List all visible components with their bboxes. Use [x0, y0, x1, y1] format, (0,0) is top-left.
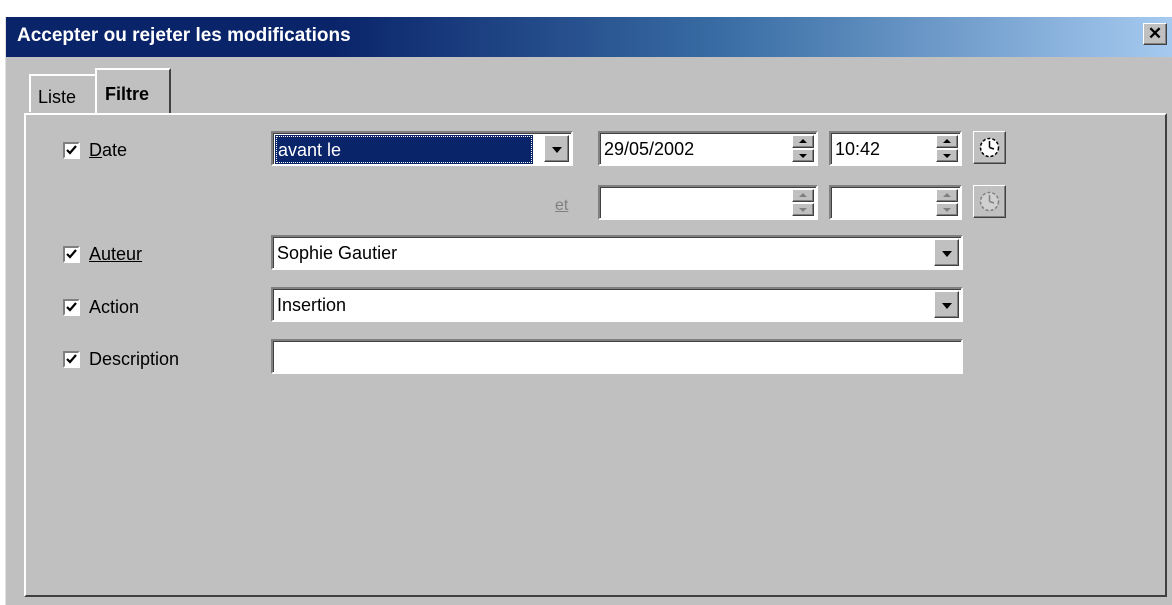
date-condition-value: avant le — [278, 140, 342, 160]
spin-up-button[interactable] — [792, 189, 814, 202]
action-checkbox[interactable] — [63, 299, 80, 316]
spin-down-icon — [943, 208, 951, 212]
set-current-time-button[interactable] — [973, 131, 1006, 164]
set-second-time-button[interactable] — [973, 185, 1006, 218]
spin-down-button[interactable] — [792, 203, 814, 216]
action-label: Action — [89, 297, 140, 317]
dialog-window: Accepter ou rejeter les modifications ✕ … — [5, 17, 1172, 605]
spin-down-icon — [799, 208, 807, 212]
filter-panel: Date avant le 29/05/2002 10:42 et Auteur… — [24, 113, 1167, 597]
clock-icon — [979, 137, 1000, 158]
author-checkbox[interactable] — [63, 246, 80, 263]
action-value: Insertion — [277, 295, 347, 315]
description-input[interactable] — [271, 339, 963, 374]
checkmark-icon — [66, 302, 77, 312]
date-condition-selection: avant le — [275, 135, 533, 164]
chevron-down-icon — [941, 302, 952, 309]
date-value: 29/05/2002 — [604, 139, 695, 159]
spin-up-icon — [799, 139, 807, 143]
checkmark-icon — [66, 249, 77, 259]
spin-down-button[interactable] — [792, 149, 814, 162]
chevron-down-icon — [551, 146, 562, 153]
time-value: 10:42 — [835, 139, 881, 159]
second-time-field[interactable] — [829, 185, 962, 220]
action-select[interactable]: Insertion — [271, 287, 963, 322]
description-checkbox[interactable] — [63, 351, 80, 368]
dropdown-button[interactable] — [544, 135, 569, 162]
spin-up-icon — [943, 139, 951, 143]
tab-label: Filtre — [105, 84, 150, 104]
window-title: Accepter ou rejeter les modifications — [17, 25, 351, 46]
description-label: Description — [89, 349, 180, 369]
time-field[interactable]: 10:42 — [829, 131, 962, 166]
spin-down-icon — [799, 154, 807, 158]
date-field[interactable]: 29/05/2002 — [598, 131, 818, 166]
dropdown-button[interactable] — [934, 239, 959, 266]
date-label: Date — [89, 140, 128, 160]
spin-up-button[interactable] — [792, 135, 814, 148]
author-value: Sophie Gautier — [277, 243, 398, 263]
checkmark-icon — [66, 145, 77, 155]
spin-up-button[interactable] — [936, 189, 958, 202]
close-button[interactable]: ✕ — [1143, 23, 1167, 45]
spin-up-icon — [943, 193, 951, 197]
close-icon: ✕ — [1147, 24, 1163, 43]
author-label: Auteur — [89, 244, 143, 264]
author-select[interactable]: Sophie Gautier — [271, 235, 963, 270]
spin-down-button[interactable] — [936, 149, 958, 162]
title-bar[interactable]: Accepter ou rejeter les modifications ✕ — [6, 17, 1172, 57]
date-checkbox[interactable] — [63, 142, 80, 159]
spin-down-button[interactable] — [936, 203, 958, 216]
date-condition-select[interactable]: avant le — [271, 131, 573, 166]
spin-up-icon — [799, 193, 807, 197]
clock-icon — [979, 191, 1000, 212]
spin-down-icon — [943, 154, 951, 158]
spin-up-button[interactable] — [936, 135, 958, 148]
second-date-field[interactable] — [598, 185, 818, 220]
dropdown-button[interactable] — [934, 291, 959, 318]
tab-filtre[interactable]: Filtre — [95, 68, 171, 115]
and-label: et — [555, 197, 569, 214]
checkmark-icon — [66, 354, 77, 364]
chevron-down-icon — [941, 250, 952, 257]
tab-label: Liste — [38, 87, 77, 107]
tab-liste[interactable]: Liste — [29, 74, 99, 112]
